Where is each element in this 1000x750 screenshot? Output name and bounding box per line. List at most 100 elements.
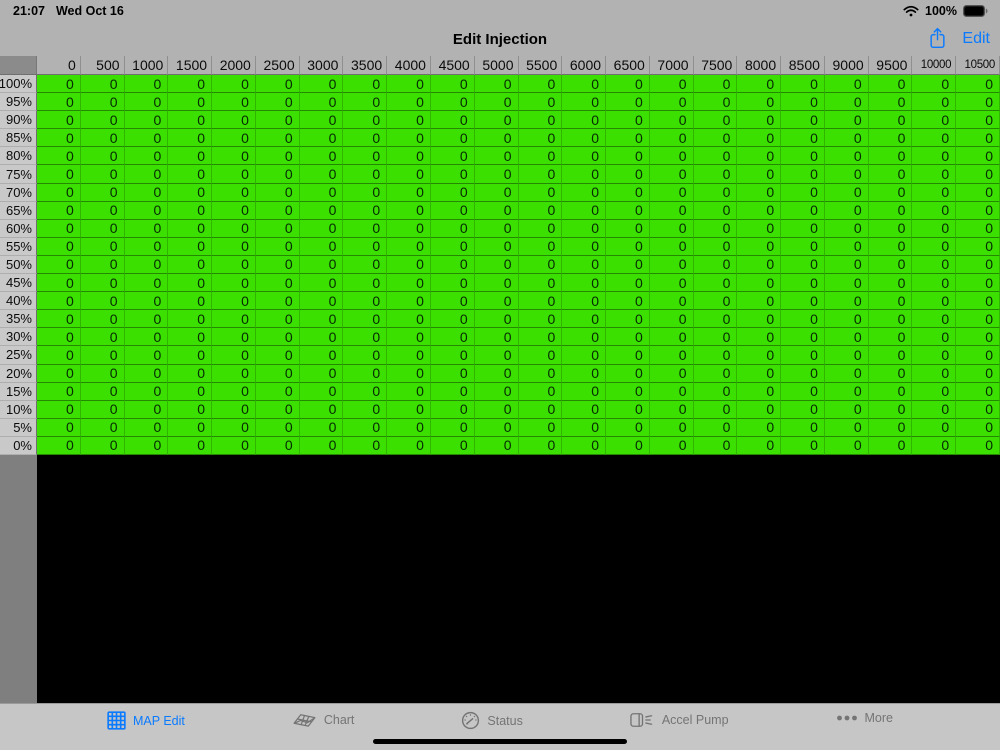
table-cell[interactable]: 0 (299, 111, 344, 130)
table-cell[interactable]: 0 (781, 147, 825, 166)
table-cell[interactable]: 0 (912, 418, 957, 437)
table-cell[interactable]: 0 (124, 165, 169, 184)
table-cell[interactable]: 0 (824, 292, 869, 311)
table-cell[interactable]: 0 (124, 346, 169, 365)
table-cell[interactable]: 0 (37, 328, 81, 347)
table-cell[interactable]: 0 (80, 400, 125, 419)
table-cell[interactable]: 0 (824, 436, 869, 455)
table-cell[interactable]: 0 (693, 310, 738, 329)
table-cell[interactable]: 0 (474, 111, 519, 130)
table-cell[interactable]: 0 (387, 328, 431, 347)
table-cell[interactable]: 0 (255, 183, 300, 202)
table-cell[interactable]: 0 (649, 400, 694, 419)
table-cell[interactable]: 0 (649, 129, 694, 148)
table-cell[interactable]: 0 (474, 93, 519, 112)
table-cell[interactable]: 0 (212, 418, 256, 437)
table-cell[interactable]: 0 (343, 111, 388, 130)
table-cell[interactable]: 0 (474, 147, 519, 166)
table-cell[interactable]: 0 (212, 75, 256, 94)
table-cell[interactable]: 0 (868, 346, 913, 365)
table-cell[interactable]: 0 (606, 364, 650, 383)
table-cell[interactable]: 0 (693, 237, 738, 256)
table-cell[interactable]: 0 (37, 111, 81, 130)
table-cell[interactable]: 0 (649, 75, 694, 94)
table-cell[interactable]: 0 (606, 129, 650, 148)
table-cell[interactable]: 0 (343, 400, 388, 419)
table-cell[interactable]: 0 (824, 400, 869, 419)
table-cell[interactable]: 0 (124, 111, 169, 130)
table-cell[interactable]: 0 (518, 111, 563, 130)
table-cell[interactable]: 0 (562, 292, 607, 311)
table-cell[interactable]: 0 (474, 129, 519, 148)
table-cell[interactable]: 0 (518, 400, 563, 419)
table-cell[interactable]: 0 (781, 237, 825, 256)
table-cell[interactable]: 0 (562, 418, 607, 437)
table-cell[interactable]: 0 (430, 364, 475, 383)
table-cell[interactable]: 0 (387, 183, 431, 202)
tab-status[interactable]: Status (461, 711, 523, 730)
table-cell[interactable]: 0 (168, 418, 213, 437)
table-cell[interactable]: 0 (37, 418, 81, 437)
table-cell[interactable]: 0 (649, 165, 694, 184)
table-cell[interactable]: 0 (387, 255, 431, 275)
table-cell[interactable]: 0 (255, 400, 300, 419)
table-cell[interactable]: 0 (562, 111, 607, 130)
share-button[interactable] (929, 27, 946, 52)
table-cell[interactable]: 0 (693, 382, 738, 401)
table-cell[interactable]: 0 (255, 147, 300, 166)
table-cell[interactable]: 0 (956, 346, 1000, 365)
table-cell[interactable]: 0 (606, 346, 650, 365)
table-cell[interactable]: 0 (474, 418, 519, 437)
table-cell[interactable]: 0 (80, 111, 125, 130)
table-cell[interactable]: 0 (868, 400, 913, 419)
table-cell[interactable]: 0 (299, 292, 344, 311)
table-cell[interactable]: 0 (430, 328, 475, 347)
table-cell[interactable]: 0 (474, 274, 519, 293)
table-cell[interactable]: 0 (387, 382, 431, 401)
table-cell[interactable]: 0 (37, 382, 81, 401)
table-cell[interactable]: 0 (37, 201, 81, 220)
table-cell[interactable]: 0 (956, 147, 1000, 166)
table-cell[interactable]: 0 (737, 183, 782, 202)
table-cell[interactable]: 0 (956, 400, 1000, 419)
table-cell[interactable]: 0 (606, 75, 650, 94)
table-cell[interactable]: 0 (912, 255, 957, 275)
table-cell[interactable]: 0 (80, 237, 125, 256)
table-cell[interactable]: 0 (868, 201, 913, 220)
table-cell[interactable]: 0 (299, 328, 344, 347)
table-cell[interactable]: 0 (912, 147, 957, 166)
table-cell[interactable]: 0 (387, 93, 431, 112)
table-cell[interactable]: 0 (956, 129, 1000, 148)
table-cell[interactable]: 0 (255, 237, 300, 256)
table-cell[interactable]: 0 (430, 418, 475, 437)
table-cell[interactable]: 0 (781, 219, 825, 238)
table-cell[interactable]: 0 (824, 382, 869, 401)
table-cell[interactable]: 0 (80, 129, 125, 148)
table-cell[interactable]: 0 (606, 93, 650, 112)
table-cell[interactable]: 0 (343, 129, 388, 148)
table-cell[interactable]: 0 (387, 346, 431, 365)
table-cell[interactable]: 0 (168, 274, 213, 293)
table-cell[interactable]: 0 (693, 255, 738, 275)
table-cell[interactable]: 0 (956, 111, 1000, 130)
table-cell[interactable]: 0 (824, 418, 869, 437)
table-cell[interactable]: 0 (299, 147, 344, 166)
table-cell[interactable]: 0 (824, 274, 869, 293)
table-cell[interactable]: 0 (868, 364, 913, 383)
table-cell[interactable]: 0 (649, 346, 694, 365)
table-cell[interactable]: 0 (912, 183, 957, 202)
table-cell[interactable]: 0 (606, 274, 650, 293)
table-cell[interactable]: 0 (868, 219, 913, 238)
table-cell[interactable]: 0 (606, 436, 650, 455)
table-cell[interactable]: 0 (474, 328, 519, 347)
table-cell[interactable]: 0 (299, 237, 344, 256)
table-cell[interactable]: 0 (781, 165, 825, 184)
table-cell[interactable]: 0 (781, 418, 825, 437)
table-cell[interactable]: 0 (518, 201, 563, 220)
table-cell[interactable]: 0 (212, 400, 256, 419)
table-cell[interactable]: 0 (212, 364, 256, 383)
table-cell[interactable]: 0 (212, 165, 256, 184)
table-cell[interactable]: 0 (562, 310, 607, 329)
tab-chart[interactable]: Chart (292, 711, 354, 728)
table-cell[interactable]: 0 (912, 364, 957, 383)
